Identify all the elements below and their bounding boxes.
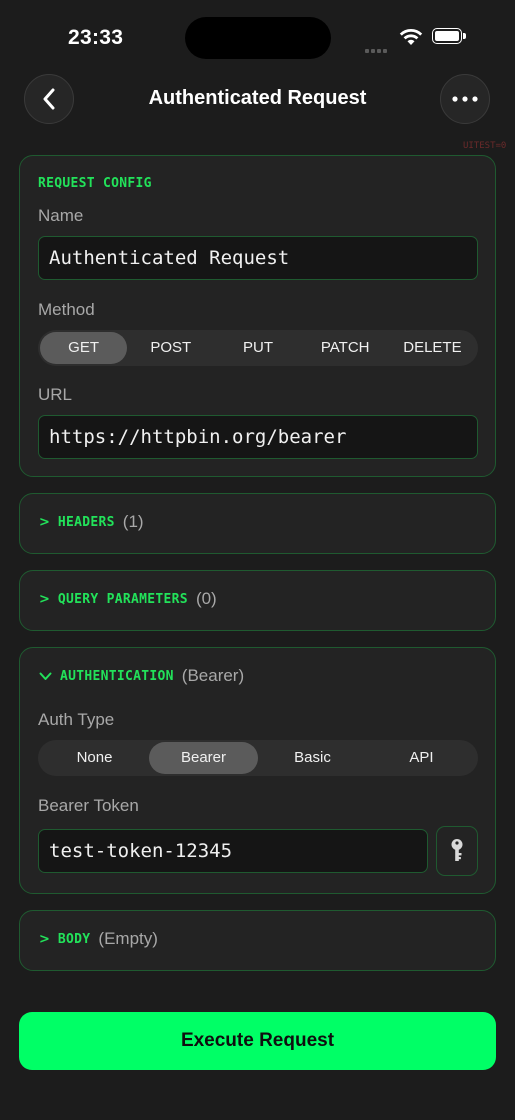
status-time: 23:33 [68,26,124,49]
body-summary: (Empty) [98,929,158,948]
query-parameters-title: QUERY PARAMETERS [57,591,188,607]
body-section[interactable]: > BODY (Empty) [19,910,496,971]
chevron-right-icon: > [39,514,50,530]
method-label: Method [38,300,95,319]
authentication-header[interactable]: AUTHENTICATION (Bearer) [39,666,244,686]
auth-option-none[interactable]: None [40,742,149,774]
ellipsis-icon [452,96,478,102]
authentication-section: AUTHENTICATION (Bearer) Auth Type None B… [19,647,496,894]
key-icon [451,839,463,861]
bearer-token-label: Bearer Token [38,796,139,815]
dynamic-island [185,17,331,59]
headers-count: (1) [122,512,144,531]
debug-tag: UITEST=0 [463,141,507,151]
body-title: BODY [57,931,91,947]
method-option-get[interactable]: GET [40,332,128,364]
name-value: Authenticated Request [49,247,290,269]
name-input[interactable]: Authenticated Request [38,236,478,280]
method-option-post[interactable]: POST [127,332,214,364]
chevron-right-icon: > [39,931,50,947]
cellular-signal-icon [365,40,389,58]
section-title: REQUEST CONFIG [38,176,152,191]
auth-type-label: Auth Type [38,710,115,729]
bearer-token-value: test-token-12345 [49,840,233,862]
headers-section[interactable]: > HEADERS (1) [19,493,496,554]
execute-request-button[interactable]: Execute Request [19,1012,496,1070]
bearer-token-input[interactable]: test-token-12345 [38,829,428,873]
authentication-title: AUTHENTICATION [60,668,174,684]
query-parameters-count: (0) [195,589,217,608]
wifi-icon [399,28,423,45]
headers-title: HEADERS [57,514,115,530]
auth-option-api[interactable]: API [367,742,476,774]
battery-icon [432,28,466,44]
name-label: Name [38,206,84,225]
auth-type-segmented-control: None Bearer Basic API [38,740,478,776]
chevron-down-icon [39,672,52,680]
request-config-card: REQUEST CONFIG Name Authenticated Reques… [19,155,496,477]
chevron-right-icon: > [39,591,50,607]
query-parameters-section[interactable]: > QUERY PARAMETERS (0) [19,570,496,631]
url-label: URL [38,385,73,404]
more-options-button[interactable] [440,74,490,124]
auth-option-basic[interactable]: Basic [258,742,367,774]
method-option-put[interactable]: PUT [214,332,301,364]
token-key-button[interactable] [436,826,478,876]
url-input[interactable]: https://httpbin.org/bearer [38,415,478,459]
page-title: Authenticated Request [148,87,367,109]
auth-option-bearer[interactable]: Bearer [149,742,258,774]
method-segmented-control: GET POST PUT PATCH DELETE [38,330,478,366]
authentication-type-summary: (Bearer) [181,666,245,685]
method-option-patch[interactable]: PATCH [302,332,389,364]
url-value: https://httpbin.org/bearer [49,426,347,448]
method-option-delete[interactable]: DELETE [389,332,476,364]
